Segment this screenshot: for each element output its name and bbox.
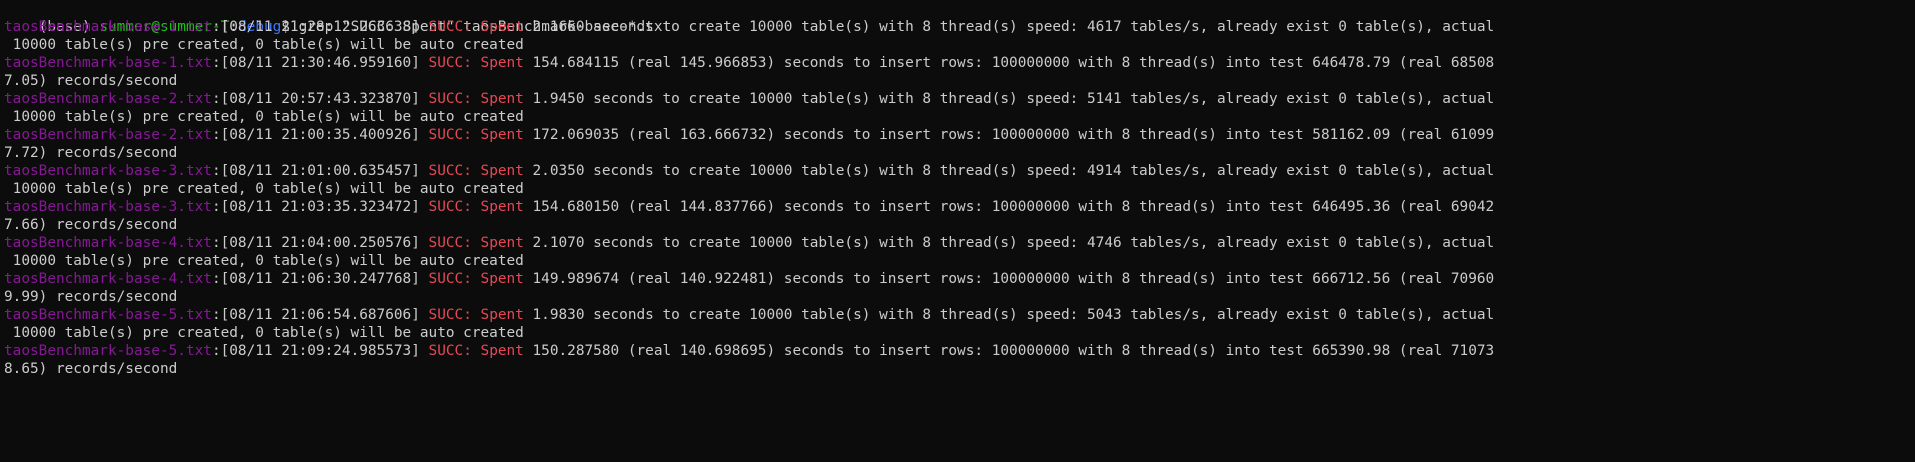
output-line: 7.66) records/second	[4, 216, 1915, 234]
output-continuation: 7.05) records/second	[4, 73, 178, 89]
output-continuation: 10000 table(s) pre created, 0 table(s) w…	[4, 181, 524, 197]
terminal-window[interactable]: (base) summer@summer-T:debug$ grep "SUCC…	[0, 0, 1915, 462]
output-timestamp: [08/11 20:57:43.323870]	[220, 91, 429, 107]
output-timestamp: [08/11 21:01:00.635457]	[220, 163, 429, 179]
output-separator: :	[211, 343, 221, 359]
output-match: SUCC: Spent	[428, 55, 524, 71]
output-continuation: 10000 table(s) pre created, 0 table(s) w…	[4, 253, 524, 269]
output-separator: :	[211, 91, 221, 107]
output-match: SUCC: Spent	[428, 163, 524, 179]
output-line: 10000 table(s) pre created, 0 table(s) w…	[4, 324, 1915, 342]
output-match: SUCC: Spent	[428, 307, 524, 323]
output-continuation: 8.65) records/second	[4, 361, 178, 377]
output-line: 10000 table(s) pre created, 0 table(s) w…	[4, 36, 1915, 54]
output-continuation: 9.99) records/second	[4, 289, 178, 305]
output-continuation: 7.72) records/second	[4, 145, 178, 161]
output-message: 2.1660 seconds to create 10000 table(s) …	[523, 19, 1495, 35]
output-timestamp: [08/11 21:04:00.250576]	[220, 235, 429, 251]
output-line: 10000 table(s) pre created, 0 table(s) w…	[4, 108, 1915, 126]
output-match: SUCC: Spent	[428, 199, 524, 215]
output-line: taosBenchmark-base-3.txt:[08/11 21:01:00…	[4, 162, 1915, 180]
output-line: 8.65) records/second	[4, 360, 1915, 378]
output-separator: :	[211, 271, 221, 287]
output-match: SUCC: Spent	[428, 19, 524, 35]
prompt-line: (base) summer@summer-T:debug$ grep "SUCC…	[4, 0, 1915, 35]
output-match: SUCC: Spent	[428, 91, 524, 107]
output-separator: :	[211, 19, 221, 35]
output-line: taosBenchmark-base-3.txt:[08/11 21:03:35…	[4, 198, 1915, 216]
output-separator: :	[211, 235, 221, 251]
output-timestamp: [08/11 21:06:54.687606]	[220, 307, 429, 323]
output-message: 2.0350 seconds to create 10000 table(s) …	[523, 163, 1495, 179]
output-filename: taosBenchmark-base-2.txt	[4, 91, 212, 107]
output-filename: taosBenchmark-base-1.txt	[4, 19, 212, 35]
output-line: taosBenchmark-base-1.txt:[08/11 21:28:12…	[4, 18, 1915, 36]
output-continuation: 10000 table(s) pre created, 0 table(s) w…	[4, 37, 524, 53]
output-line: taosBenchmark-base-4.txt:[08/11 21:06:30…	[4, 270, 1915, 288]
output-message: 150.287580 (real 140.698695) seconds to …	[523, 343, 1495, 359]
output-continuation: 10000 table(s) pre created, 0 table(s) w…	[4, 109, 524, 125]
output-match: SUCC: Spent	[428, 343, 524, 359]
output-continuation: 10000 table(s) pre created, 0 table(s) w…	[4, 325, 524, 341]
output-match: SUCC: Spent	[428, 127, 524, 143]
output-line: taosBenchmark-base-5.txt:[08/11 21:09:24…	[4, 342, 1915, 360]
output-line: 10000 table(s) pre created, 0 table(s) w…	[4, 180, 1915, 198]
output-timestamp: [08/11 21:30:46.959160]	[220, 55, 429, 71]
output-separator: :	[211, 163, 221, 179]
command-output: taosBenchmark-base-1.txt:[08/11 21:28:12…	[4, 18, 1915, 378]
output-filename: taosBenchmark-base-5.txt	[4, 307, 212, 323]
output-timestamp: [08/11 21:28:12.263638]	[220, 19, 429, 35]
output-timestamp: [08/11 21:00:35.400926]	[220, 127, 429, 143]
output-line: 7.05) records/second	[4, 72, 1915, 90]
output-line: 7.72) records/second	[4, 144, 1915, 162]
output-filename: taosBenchmark-base-1.txt	[4, 55, 212, 71]
output-filename: taosBenchmark-base-2.txt	[4, 127, 212, 143]
output-line: taosBenchmark-base-2.txt:[08/11 21:00:35…	[4, 126, 1915, 144]
output-message: 154.684115 (real 145.966853) seconds to …	[523, 55, 1495, 71]
output-line: 9.99) records/second	[4, 288, 1915, 306]
output-line: 10000 table(s) pre created, 0 table(s) w…	[4, 252, 1915, 270]
output-line: taosBenchmark-base-2.txt:[08/11 20:57:43…	[4, 90, 1915, 108]
output-line: taosBenchmark-base-4.txt:[08/11 21:04:00…	[4, 234, 1915, 252]
output-message: 2.1070 seconds to create 10000 table(s) …	[523, 235, 1495, 251]
output-separator: :	[211, 127, 221, 143]
output-message: 172.069035 (real 163.666732) seconds to …	[523, 127, 1495, 143]
output-filename: taosBenchmark-base-5.txt	[4, 343, 212, 359]
output-filename: taosBenchmark-base-4.txt	[4, 271, 212, 287]
output-timestamp: [08/11 21:03:35.323472]	[220, 199, 429, 215]
output-timestamp: [08/11 21:09:24.985573]	[220, 343, 429, 359]
output-line: taosBenchmark-base-1.txt:[08/11 21:30:46…	[4, 54, 1915, 72]
output-separator: :	[211, 307, 221, 323]
output-timestamp: [08/11 21:06:30.247768]	[220, 271, 429, 287]
output-filename: taosBenchmark-base-3.txt	[4, 199, 212, 215]
output-filename: taosBenchmark-base-3.txt	[4, 163, 212, 179]
output-message: 1.9450 seconds to create 10000 table(s) …	[523, 91, 1495, 107]
output-separator: :	[211, 55, 221, 71]
output-line: taosBenchmark-base-5.txt:[08/11 21:06:54…	[4, 306, 1915, 324]
output-message: 1.9830 seconds to create 10000 table(s) …	[523, 307, 1495, 323]
output-match: SUCC: Spent	[428, 235, 524, 251]
output-continuation: 7.66) records/second	[4, 217, 178, 233]
output-match: SUCC: Spent	[428, 271, 524, 287]
output-message: 154.680150 (real 144.837766) seconds to …	[523, 199, 1495, 215]
output-filename: taosBenchmark-base-4.txt	[4, 235, 212, 251]
output-message: 149.989674 (real 140.922481) seconds to …	[523, 271, 1495, 287]
output-separator: :	[211, 199, 221, 215]
